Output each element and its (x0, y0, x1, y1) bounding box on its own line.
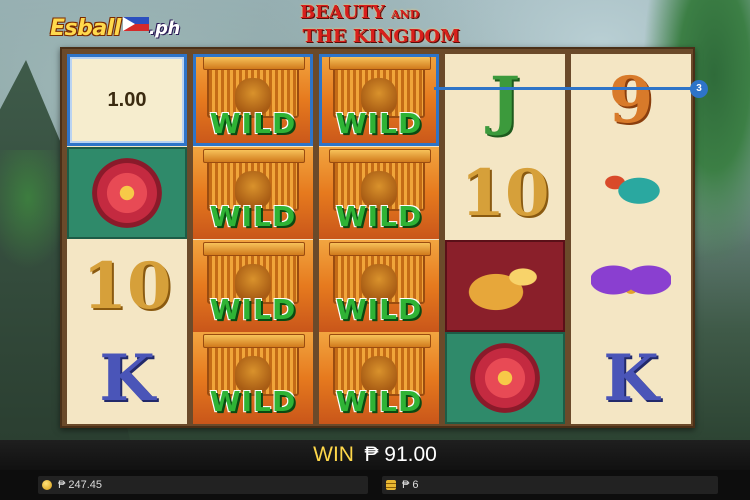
wild-symbol-cell: WILD (193, 332, 313, 424)
win-amount: ₱ 91.00 (364, 443, 437, 466)
ten-symbol: 10 (82, 248, 172, 324)
reel-5: 9 K (571, 54, 691, 424)
site-logo: Esball .ph (50, 14, 180, 42)
k-symbol: K (99, 340, 155, 416)
logo-main-text: Esball (50, 15, 121, 41)
k-symbol: K (603, 340, 659, 416)
wild-symbol-cell: WILD (319, 54, 439, 146)
wild-label: WILD (335, 200, 423, 233)
balance-field: ₱ 247.45 (38, 476, 368, 494)
k-symbol-cell: K (67, 332, 187, 424)
nine-symbol-cell: 9 (571, 54, 691, 146)
flower-icon (92, 158, 162, 228)
value-text: 1.00 (107, 88, 147, 111)
j-symbol: J (489, 62, 521, 138)
j-symbol-cell: J (445, 54, 565, 146)
reel-3: WILD WILD WILD WILD (319, 54, 439, 424)
wild-symbol-cell: WILD (193, 54, 313, 146)
butterfly-symbol-cell (571, 240, 691, 332)
wild-symbol-cell: WILD (193, 147, 313, 239)
wild-symbol-cell: WILD (319, 240, 439, 332)
flower-icon (470, 343, 540, 413)
payline-indicator (434, 87, 698, 90)
reel-4: J 10 (445, 54, 565, 424)
payline-number-badge: 3 (690, 80, 708, 98)
wild-label: WILD (335, 385, 423, 418)
wild-label: WILD (335, 293, 423, 326)
phoenix-icon (460, 256, 550, 316)
coin-stack-icon (386, 480, 396, 490)
butterfly-icon (591, 256, 671, 316)
flag-icon (122, 17, 149, 31)
phoenix-symbol-cell (445, 240, 565, 332)
bet-field[interactable]: ₱ 6 (382, 476, 718, 494)
value-symbol-cell: 1.00 (67, 54, 187, 146)
wild-label: WILD (209, 107, 297, 140)
bet-value: ₱ 6 (402, 479, 419, 491)
nine-symbol: 9 (608, 62, 654, 138)
reel-2: WILD WILD WILD WILD (193, 54, 313, 424)
reel-1: 1.00 10 K (67, 54, 187, 424)
wild-label: WILD (335, 107, 423, 140)
flower-symbol-cell (445, 332, 565, 424)
ten-symbol-cell: 10 (445, 147, 565, 239)
wild-label: WILD (209, 385, 297, 418)
wild-symbol-cell: WILD (319, 332, 439, 424)
win-label: WIN (313, 443, 354, 466)
reel-frame: 1.00 10 K WILD WILD WILD WILD WILD WILD … (60, 47, 695, 428)
ten-symbol-cell: 10 (67, 240, 187, 332)
k-symbol-cell: K (571, 332, 691, 424)
wallet-coin-icon (42, 480, 52, 490)
bird-icon (591, 165, 671, 221)
status-bar: ₱ 247.45 ₱ 6 (0, 470, 750, 500)
ten-symbol: 10 (460, 155, 550, 231)
wild-symbol-cell: WILD (319, 147, 439, 239)
wild-label: WILD (209, 200, 297, 233)
wild-symbol-cell: WILD (193, 240, 313, 332)
bird-symbol-cell (571, 147, 691, 239)
balance-value: ₱ 247.45 (58, 479, 103, 491)
logo-suffix-text: .ph (148, 17, 181, 39)
game-title-line1: BEAUTY AND (300, 2, 420, 23)
wild-label: WILD (209, 293, 297, 326)
flower-symbol-cell (67, 147, 187, 239)
win-bar: WIN ₱ 91.00 (0, 440, 750, 470)
game-title-line2: THE KINGDOM (302, 26, 461, 47)
game-title: BEAUTY AND THE KINGDOM (296, 2, 466, 48)
